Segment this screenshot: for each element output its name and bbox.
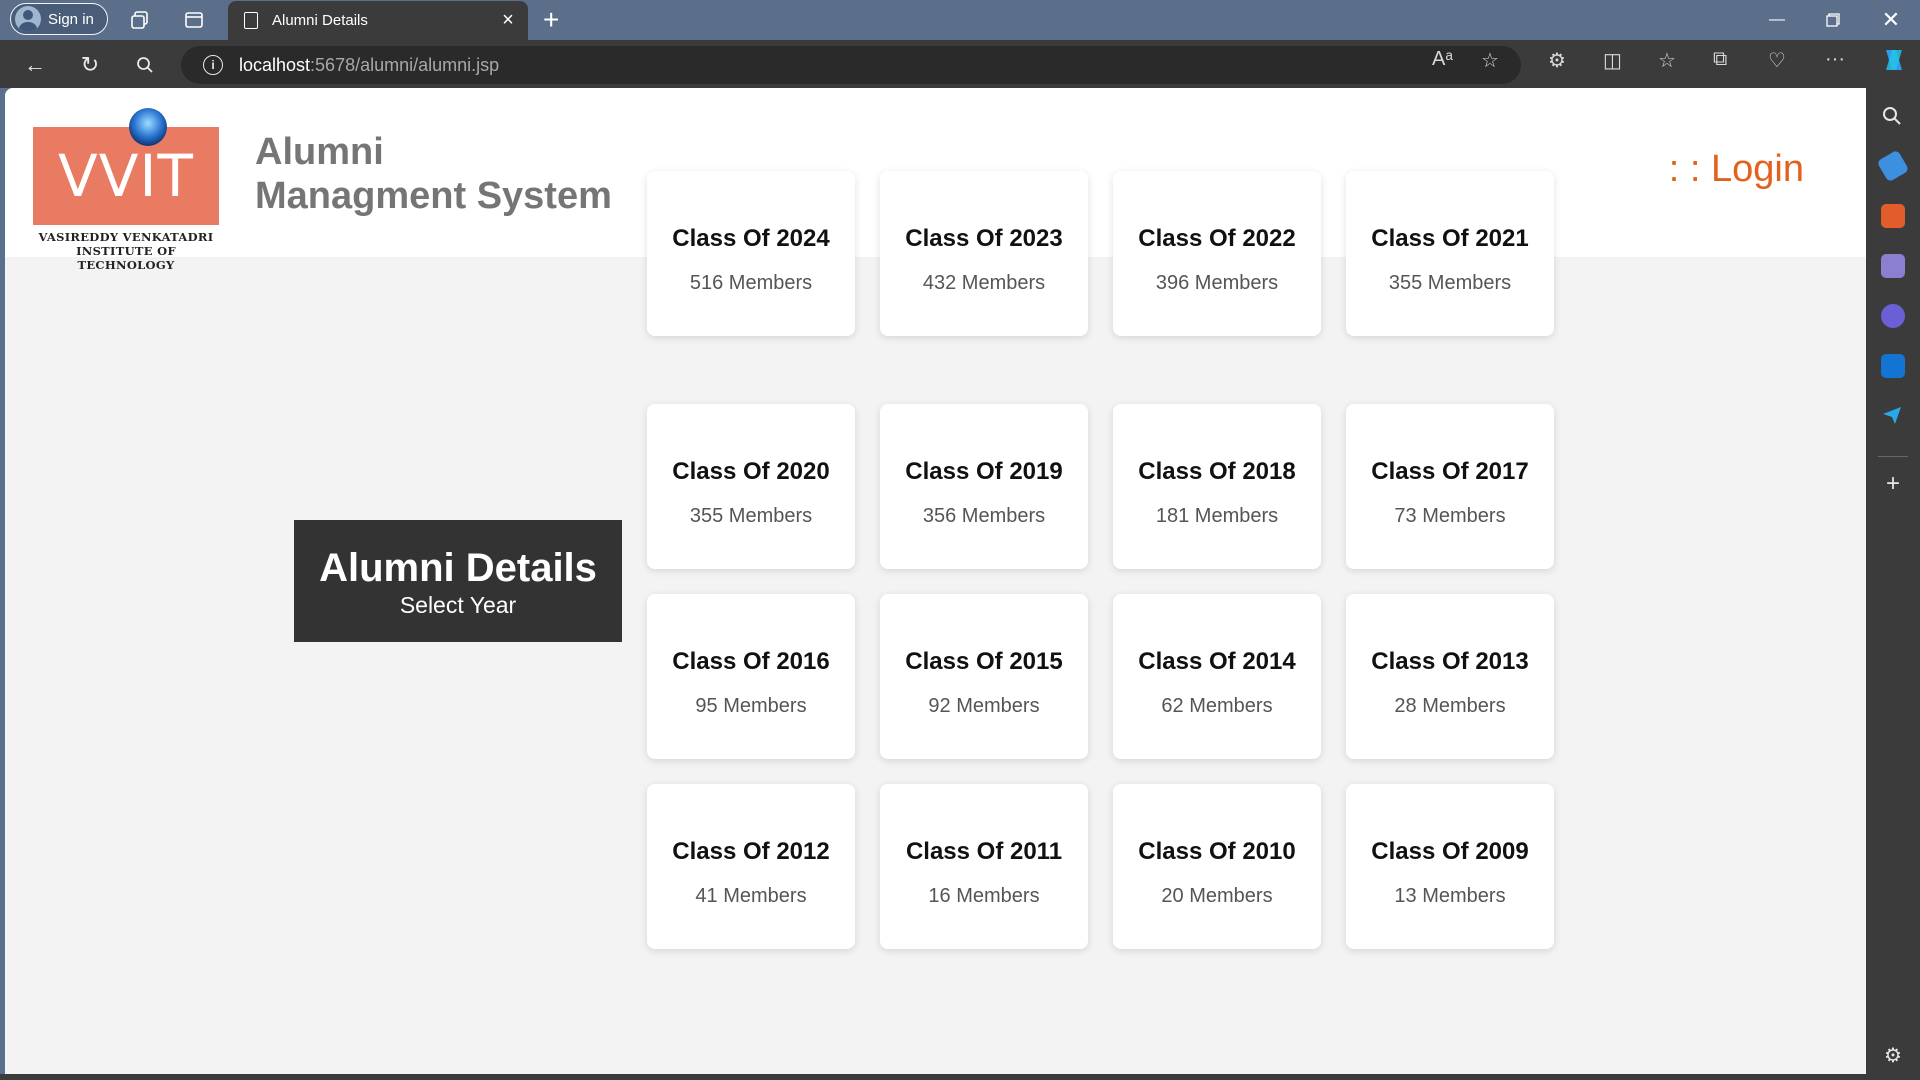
class-year-label: Class Of 2022 [1138,225,1296,252]
profile-avatar-icon [15,6,41,32]
new-tab-icon[interactable]: + [543,4,559,36]
page-viewport: VVIT VASIREDDY VENKATADRI INSTITUTE OF T… [5,88,1866,1074]
class-year-label: Class Of 2020 [672,458,830,485]
workspaces-icon[interactable] [128,8,152,32]
class-card[interactable]: Class Of 2022 396 Members [1113,171,1321,336]
more-options-icon[interactable]: ··· [1825,48,1845,71]
copilot-icon[interactable] [1880,46,1908,80]
class-card[interactable]: Class Of 2012 41 Members [647,784,855,949]
outlook-icon[interactable] [1881,354,1905,378]
class-card[interactable]: Class Of 2023 432 Members [880,171,1088,336]
games-icon[interactable] [1881,254,1905,278]
section-title: Alumni Details [319,546,597,590]
class-year-label: Class Of 2015 [905,648,1063,675]
class-year-label: Class Of 2013 [1371,648,1529,675]
class-year-label: Class Of 2011 [905,838,1063,865]
sidebar-divider [1878,456,1908,457]
add-sidebar-icon[interactable]: + [1881,472,1905,496]
favorites-icon[interactable]: ☆ [1658,48,1676,73]
class-card[interactable]: Class Of 2016 95 Members [647,594,855,759]
class-member-count: 41 Members [695,885,807,907]
class-year-label: Class Of 2014 [1138,648,1296,675]
class-year-label: Class Of 2023 [905,225,1063,252]
class-card[interactable]: Class Of 2013 28 Members [1346,594,1554,759]
section-subtitle: Select Year [399,592,517,618]
address-bar[interactable]: i localhost:5678/alumni/alumni.jsp [181,46,1521,84]
minimize-icon[interactable]: — [1752,4,1802,36]
class-member-count: 95 Members [695,695,807,717]
sign-in-label: Sign in [48,10,94,28]
class-member-count: 356 Members [922,505,1046,527]
class-card[interactable]: Class Of 2017 73 Members [1346,404,1554,569]
vertical-tabs-icon[interactable] [182,8,206,32]
extensions-icon[interactable]: ⚙ [1548,48,1566,73]
class-member-count: 355 Members [689,505,813,527]
class-year-label: Class Of 2017 [1371,458,1529,485]
browser-essentials-icon[interactable]: ♡ [1768,48,1786,73]
browser-titlebar: Sign in Alumni Details × + — ✕ [0,0,1920,40]
window-bottom-edge [0,1074,1866,1080]
class-year-label: Class Of 2009 [1371,838,1529,865]
class-member-count: 20 Members [1161,885,1273,907]
class-card[interactable]: Class Of 2009 13 Members [1346,784,1554,949]
class-card[interactable]: Class Of 2019 356 Members [880,404,1088,569]
class-year-label: Class Of 2018 [1138,458,1296,485]
url-host: localhost [239,54,311,75]
class-member-count: 28 Members [1394,695,1506,717]
class-card[interactable]: Class Of 2020 355 Members [647,404,855,569]
class-member-count: 13 Members [1394,885,1506,907]
send-icon[interactable] [1881,404,1905,428]
class-card[interactable]: Class Of 2014 62 Members [1113,594,1321,759]
tools-briefcase-icon[interactable] [1881,204,1905,228]
class-grid: Class Of 2024 516 Members Class Of 2023 432… [5,88,1866,1074]
class-member-count: 16 Members [928,885,1040,907]
class-member-count: 355 Members [1388,272,1512,294]
class-year-label: Class Of 2024 [672,225,830,252]
alumni-details-panel: Alumni Details Select Year [294,520,622,642]
class-member-count: 92 Members [928,695,1040,717]
browser-sidebar: + ⚙ [1866,88,1920,1080]
class-year-label: Class Of 2019 [905,458,1063,485]
page-icon [244,12,258,29]
restore-icon[interactable] [1808,4,1858,36]
class-card[interactable]: Class Of 2018 181 Members [1113,404,1321,569]
class-member-count: 432 Members [922,272,1046,294]
sign-in-button[interactable]: Sign in [10,3,108,35]
sidebar-settings-icon[interactable]: ⚙ [1881,1044,1905,1068]
sidebar-search-icon[interactable] [1881,105,1905,129]
class-card[interactable]: Class Of 2010 20 Members [1113,784,1321,949]
class-year-label: Class Of 2012 [672,838,830,865]
class-member-count: 73 Members [1394,505,1506,527]
class-member-count: 181 Members [1155,505,1279,527]
class-member-count: 516 Members [689,272,813,294]
class-member-count: 62 Members [1161,695,1273,717]
favorite-star-icon[interactable]: ☆ [1481,48,1499,73]
class-member-count: 396 Members [1155,272,1279,294]
class-card[interactable]: Class Of 2011 16 Members [880,784,1088,949]
search-icon[interactable] [130,50,160,80]
class-card[interactable]: Class Of 2024 516 Members [647,171,855,336]
split-screen-icon[interactable]: ◫ [1603,48,1622,73]
browser-toolbar: ← ↻ i localhost:5678/alumni/alumni.jsp A… [0,40,1920,88]
class-year-label: Class Of 2021 [1371,225,1529,252]
copilot-sidebar-icon[interactable] [1881,304,1905,328]
class-year-label: Class Of 2016 [672,648,830,675]
class-card[interactable]: Class Of 2015 92 Members [880,594,1088,759]
read-aloud-icon[interactable]: A͏ᵃ [1432,48,1453,71]
tab-title: Alumni Details [272,12,368,29]
close-tab-icon[interactable]: × [494,9,522,32]
class-card[interactable]: Class Of 2021 355 Members [1346,171,1554,336]
class-year-label: Class Of 2010 [1138,838,1296,865]
collections-icon[interactable]: ⧉ [1713,48,1727,71]
back-icon[interactable]: ← [20,50,50,80]
shopping-tag-icon[interactable] [1876,149,1910,183]
tab-alumni-details[interactable]: Alumni Details × [228,1,528,40]
refresh-icon[interactable]: ↻ [75,50,105,80]
close-window-icon[interactable]: ✕ [1866,4,1916,36]
site-info-icon[interactable]: i [203,55,223,75]
url-path: :5678/alumni/alumni.jsp [310,54,500,75]
